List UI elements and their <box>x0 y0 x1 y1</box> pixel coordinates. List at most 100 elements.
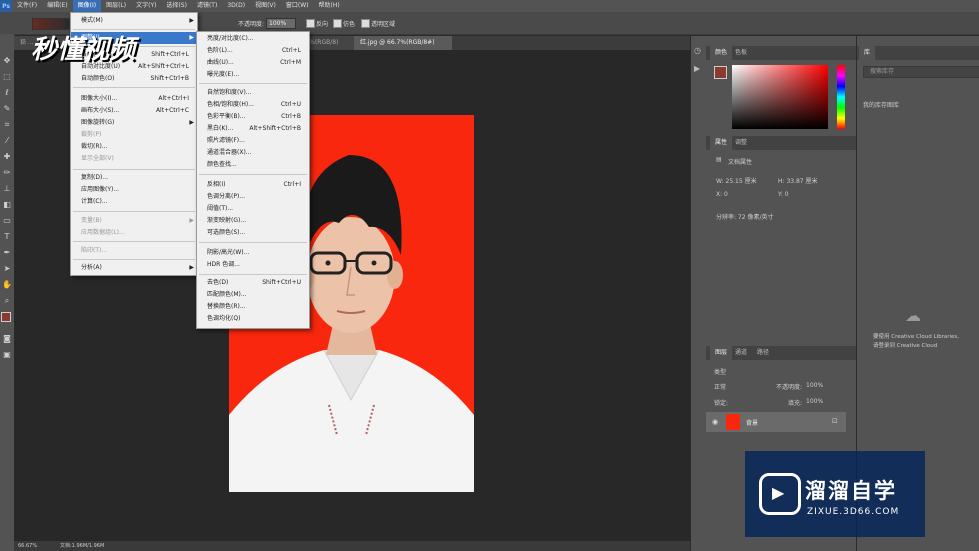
menu-window[interactable]: 窗口(W) <box>281 0 314 12</box>
menu-item-color-lookup[interactable]: 颜色查找... <box>197 159 309 171</box>
blend-mode-select[interactable]: 正常 <box>714 382 726 391</box>
menu-item-color-balance[interactable]: 色彩平衡(B)... Ctrl+B <box>197 111 309 123</box>
dither-checkbox[interactable] <box>333 19 342 28</box>
tab-paths[interactable]: 路径 <box>752 346 774 360</box>
stamp-tool-icon[interactable]: ⊥ <box>2 184 12 194</box>
menu-item-vibrance[interactable]: 自然饱和度(V)... <box>197 87 309 99</box>
tab-properties[interactable]: 属性 <box>710 136 733 150</box>
menu-layer[interactable]: 图层(L) <box>101 0 131 12</box>
menu-help[interactable]: 帮助(H) <box>314 0 345 12</box>
width-value[interactable]: W: 25.15 厘米 <box>716 176 757 185</box>
menu-item-analysis[interactable]: 分析(A) ▶ <box>71 262 197 274</box>
layer-kind-filter[interactable]: 类型 <box>714 367 726 376</box>
menu-item-invert[interactable]: 反相(I) Ctrl+I <box>197 179 309 191</box>
menu-item-replace-color[interactable]: 替换颜色(R)... <box>197 301 309 313</box>
menu-item-gradient-map[interactable]: 渐变映射(G)... <box>197 215 309 227</box>
visibility-eye-icon[interactable]: ◉ <box>712 418 718 426</box>
menu-file[interactable]: 文件(F) <box>12 0 42 12</box>
tab-adjustments[interactable]: 调整 <box>730 136 752 150</box>
menu-item-canvas-size[interactable]: 画布大小(S)... Alt+Ctrl+C <box>71 105 197 117</box>
reverse-checkbox[interactable] <box>306 19 315 28</box>
gradient-tool-icon[interactable]: ▭ <box>2 216 12 226</box>
height-value[interactable]: H: 33.87 厘米 <box>778 176 818 185</box>
menu-item-match-color[interactable]: 匹配颜色(M)... <box>197 289 309 301</box>
menu-item-trap[interactable]: 陷印(T)... <box>71 245 197 257</box>
tab-layers[interactable]: 图层 <box>710 346 733 360</box>
tab-libraries[interactable]: 库 <box>859 46 876 60</box>
foreground-color-chip[interactable] <box>714 66 727 79</box>
menu-item-apply-image[interactable]: 应用图像(Y)... <box>71 184 197 196</box>
menu-item-calculations[interactable]: 计算(C)... <box>71 196 197 208</box>
menu-view[interactable]: 视图(V) <box>250 0 281 12</box>
color-picker-field[interactable] <box>732 65 828 129</box>
hue-slider[interactable] <box>837 65 845 129</box>
menu-3d[interactable]: 3D(D) <box>222 0 250 12</box>
menu-item-mode[interactable]: 模式(M) ▶ <box>71 15 197 27</box>
layer-name[interactable]: 背景 <box>746 418 758 427</box>
tab-color[interactable]: 颜色 <box>710 46 733 60</box>
screen-mode-icon[interactable]: ▣ <box>2 350 12 360</box>
menu-item-brightness-contrast[interactable]: 亮度/对比度(C)... <box>197 33 309 45</box>
menu-item-selective-color[interactable]: 可选颜色(S)... <box>197 227 309 239</box>
menu-item-crop[interactable]: 裁剪(P) <box>71 129 197 141</box>
menu-filter[interactable]: 滤镜(T) <box>192 0 222 12</box>
menu-item-desaturate[interactable]: 去色(D) Shift+Ctrl+U <box>197 277 309 289</box>
menu-edit[interactable]: 编辑(E) <box>42 0 72 12</box>
menu-item-apply-data-set[interactable]: 应用数据组(L)... <box>71 227 197 239</box>
pen-tool-icon[interactable]: ✒ <box>2 248 12 258</box>
lasso-tool-icon[interactable]: ℓ <box>2 88 12 98</box>
quick-select-tool-icon[interactable]: ✎ <box>2 104 12 114</box>
menu-item-image-size[interactable]: 图像大小(I)... Alt+Ctrl+I <box>71 93 197 105</box>
menu-select[interactable]: 选择(S) <box>161 0 192 12</box>
layer-row-background[interactable]: ◉ 背景 ⊡ <box>706 412 846 432</box>
menu-item-channel-mixer[interactable]: 通道混合器(X)... <box>197 147 309 159</box>
menu-image[interactable]: 图像(I) <box>72 0 102 12</box>
y-value[interactable]: Y: 0 <box>778 191 789 198</box>
menu-item-levels[interactable]: 色阶(L)... Ctrl+L <box>197 45 309 57</box>
layer-opacity-value[interactable]: 100% <box>806 382 823 389</box>
menu-item-black-white[interactable]: 黑白(K)... Alt+Shift+Ctrl+B <box>197 123 309 135</box>
move-tool-icon[interactable]: ✥ <box>2 56 12 66</box>
brush-tool-icon[interactable]: ✏ <box>2 168 12 178</box>
healing-tool-icon[interactable]: ✚ <box>2 152 12 162</box>
zoom-level[interactable]: 66.67% <box>18 541 37 551</box>
menu-item-curves[interactable]: 曲线(U)... Ctrl+M <box>197 57 309 69</box>
path-select-tool-icon[interactable]: ➤ <box>2 264 12 274</box>
menu-item-equalize[interactable]: 色调均化(Q) <box>197 313 309 325</box>
foreground-color-swatch[interactable] <box>1 312 11 322</box>
cc-message-line-2[interactable]: 请登录到 Creative Cloud <box>873 341 937 349</box>
history-icon[interactable]: ◷ <box>694 46 704 56</box>
eraser-tool-icon[interactable]: ◧ <box>2 200 12 210</box>
menu-item-hdr-toning[interactable]: HDR 色调... <box>197 259 309 271</box>
library-search-input[interactable]: 搜索库存 <box>863 66 979 78</box>
library-name[interactable]: 我的库存图库 <box>863 100 899 109</box>
menu-item-trim[interactable]: 裁切(R)... <box>71 141 197 153</box>
actions-icon[interactable]: ▶ <box>694 64 704 74</box>
menu-item-duplicate[interactable]: 复制(D)... <box>71 172 197 184</box>
tab-channels[interactable]: 通道 <box>730 346 752 360</box>
marquee-tool-icon[interactable]: ⬚ <box>2 72 12 82</box>
fill-value[interactable]: 100% <box>806 398 823 405</box>
menu-item-shadows-highlights[interactable]: 阴影/高光(W)... <box>197 247 309 259</box>
hand-tool-icon[interactable]: ✋ <box>2 280 12 290</box>
menu-item-threshold[interactable]: 阈值(T)... <box>197 203 309 215</box>
type-tool-icon[interactable]: T <box>2 232 12 242</box>
opacity-field[interactable]: 100% <box>266 18 296 29</box>
menu-item-variables[interactable]: 变量(B) ▶ <box>71 215 197 227</box>
menu-item-exposure[interactable]: 曝光度(E)... <box>197 69 309 81</box>
eyedropper-tool-icon[interactable]: ⁄ <box>2 136 12 146</box>
menu-item-reveal-all[interactable]: 显示全部(V) <box>71 153 197 165</box>
crop-tool-icon[interactable]: ⌗ <box>2 120 12 130</box>
tab-document-active[interactable]: 红.jpg @ 66.7%(RGB/8#) <box>354 36 452 50</box>
zoom-tool-icon[interactable]: ⌕ <box>2 296 12 306</box>
x-value[interactable]: X: 0 <box>716 191 728 198</box>
transparency-checkbox[interactable] <box>361 19 370 28</box>
menu-item-hue-saturation[interactable]: 色相/饱和度(H)... Ctrl+U <box>197 99 309 111</box>
menu-type[interactable]: 文字(Y) <box>131 0 161 12</box>
menu-item-auto-color[interactable]: 自动颜色(O) Shift+Ctrl+B <box>71 73 197 85</box>
tab-swatches[interactable]: 色板 <box>730 46 752 60</box>
quick-mask-icon[interactable]: ◙ <box>2 334 12 344</box>
menu-item-photo-filter[interactable]: 照片滤镜(F)... <box>197 135 309 147</box>
menu-item-image-rotation[interactable]: 图像旋转(G) ▶ <box>71 117 197 129</box>
menu-item-posterize[interactable]: 色调分离(P)... <box>197 191 309 203</box>
